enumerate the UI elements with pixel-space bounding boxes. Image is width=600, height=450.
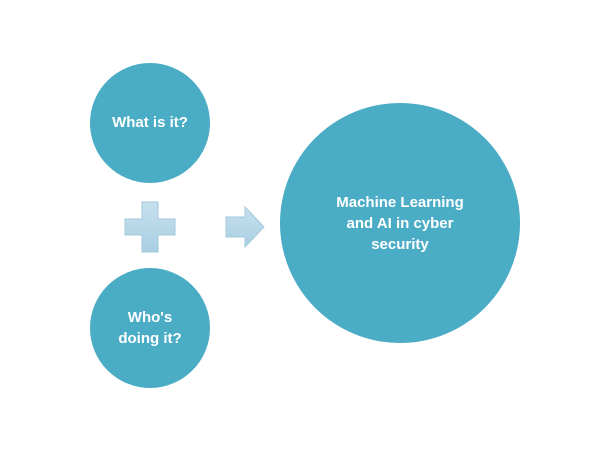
ml-ai-cyber-security-circle: Machine Learning and AI in cyber securit…	[280, 103, 520, 343]
ml-ai-cyber-security-label: Machine Learning and AI in cyber securit…	[336, 193, 464, 253]
arrow-right-icon	[225, 205, 265, 249]
whos-doing-it-label: Who's doing it?	[118, 309, 182, 347]
diagram-canvas: What is it? Who's doing it? Machine Lear…	[0, 0, 600, 450]
plus-icon	[123, 200, 177, 254]
what-is-it-label: What is it?	[112, 114, 188, 131]
whos-doing-it-circle: Who's doing it?	[90, 268, 210, 388]
what-is-it-circle: What is it?	[90, 63, 210, 183]
